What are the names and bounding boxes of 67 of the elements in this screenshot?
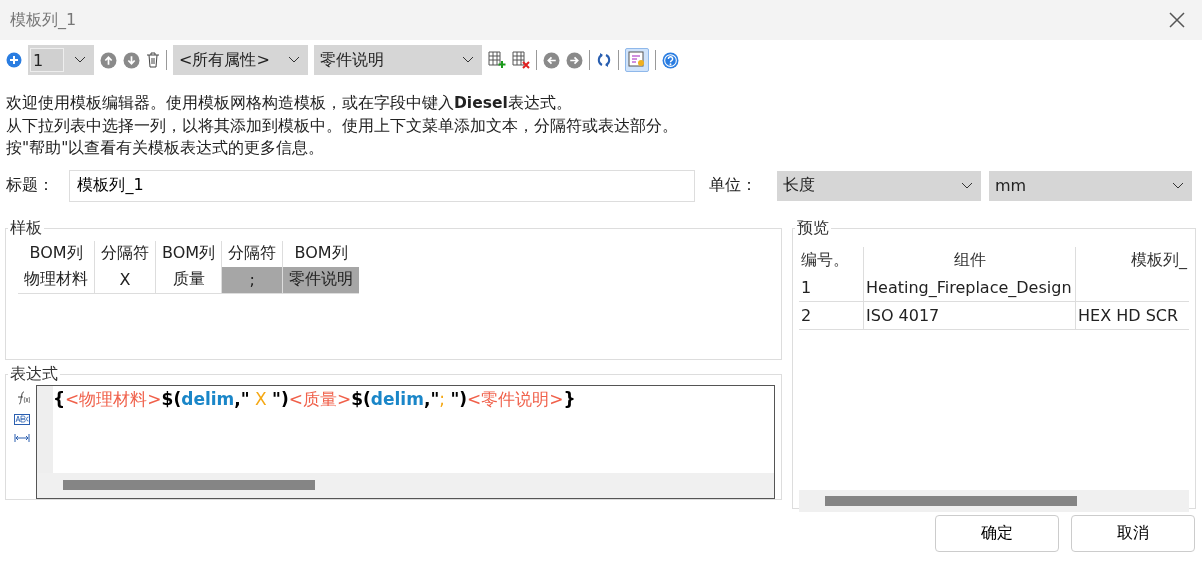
expression-token: $( [161, 388, 182, 409]
column-header: BOM列 [18, 240, 95, 267]
delete-column-icon[interactable] [512, 51, 530, 69]
column-header: BOM列 [282, 240, 360, 267]
column-header: 分隔符 [221, 240, 283, 267]
ok-button[interactable]: 确定 [935, 514, 1059, 552]
row-number-dropdown[interactable]: 1 [28, 45, 94, 75]
window-title: 模板列_1 [10, 9, 77, 31]
preview-title: 预览 [796, 217, 830, 239]
cancel-button[interactable]: 取消 [1071, 514, 1195, 552]
expression-token: ," [423, 388, 440, 409]
chevron-down-icon [462, 56, 474, 64]
scrollbar-thumb[interactable] [825, 495, 1077, 506]
instruction-text: 按"帮助"以查看有关模板表达式的更多信息。 [6, 138, 326, 159]
expression-token: ," [234, 388, 250, 409]
table-cell: Heating_Fireplace_Design [866, 277, 1072, 297]
preview-toggle-button[interactable] [625, 48, 649, 72]
template-cell[interactable]: 零件说明 [282, 266, 360, 293]
chevron-down-icon [74, 56, 86, 64]
template-cell[interactable]: X [94, 266, 156, 293]
quantity-dropdown[interactable]: 长度 [776, 170, 981, 201]
scrollbar-thumb[interactable] [63, 480, 315, 490]
expression-token: delim [181, 388, 235, 409]
separator-icon[interactable] [14, 432, 30, 443]
expression-token: <零件说明> [467, 388, 564, 409]
chevron-down-icon [288, 56, 300, 64]
expression-token: } [563, 388, 576, 409]
column-header: 组件 [863, 246, 1076, 274]
expression-title: 表达式 [9, 363, 59, 385]
table-cell: ISO 4017 [866, 305, 940, 325]
expression-token: { [53, 388, 66, 409]
column-header: 分隔符 [94, 240, 156, 267]
instruction-text: 从下拉列表中选择一列，以将其添加到模板中。使用上下文菜单添加文本，分隔符或表达部分。 [6, 115, 679, 137]
expression-token: <物理材料> [65, 388, 162, 409]
text-icon[interactable] [14, 412, 30, 425]
instruction-text: 欢迎使用模板编辑器。使用模板网格构造模板，或在字段中键入Diesel表达式。 [6, 93, 573, 114]
attribute-filter-dropdown[interactable]: <所有属性> [173, 45, 308, 75]
property-dropdown[interactable]: 零件说明 [314, 45, 482, 75]
column-header: 模板列_ [1075, 246, 1189, 274]
table-cell: 1 [801, 277, 812, 297]
expression-token: X [254, 388, 268, 409]
table-cell: 2 [801, 305, 812, 325]
expression-token: ; [439, 388, 446, 409]
expression-token: <质量> [288, 388, 352, 409]
expression-token: ") [272, 388, 289, 409]
expression-token: ") [450, 388, 468, 409]
add-column-icon[interactable] [488, 51, 506, 69]
expression-token: delim [370, 388, 424, 409]
expression-token: $( [351, 388, 371, 409]
table-cell: HEX HD SCR [1078, 305, 1179, 325]
title-label: 标题： [6, 175, 55, 196]
chevron-down-icon [1172, 181, 1184, 190]
column-header: BOM列 [155, 240, 222, 267]
trash-icon[interactable] [146, 52, 160, 68]
refresh-icon[interactable] [596, 52, 612, 68]
template-cell[interactable]: 物理材料 [18, 266, 95, 293]
expression-editor[interactable]: {<物理材料>$(delim," X ")<质量>$(delim,"; ")<零件说明>} [36, 384, 775, 499]
template-cell[interactable]: ; [221, 266, 283, 293]
template-title: 样板 [9, 217, 43, 239]
column-header: 编号。 [799, 246, 864, 274]
close-icon[interactable] [1168, 11, 1186, 29]
unit-dropdown[interactable]: mm [988, 170, 1192, 201]
add-icon[interactable] [6, 52, 22, 68]
chevron-down-icon [960, 181, 973, 190]
title-input[interactable]: 模板列_1 [69, 169, 696, 202]
help-icon[interactable] [662, 51, 679, 69]
unit-label: 单位： [709, 175, 759, 196]
